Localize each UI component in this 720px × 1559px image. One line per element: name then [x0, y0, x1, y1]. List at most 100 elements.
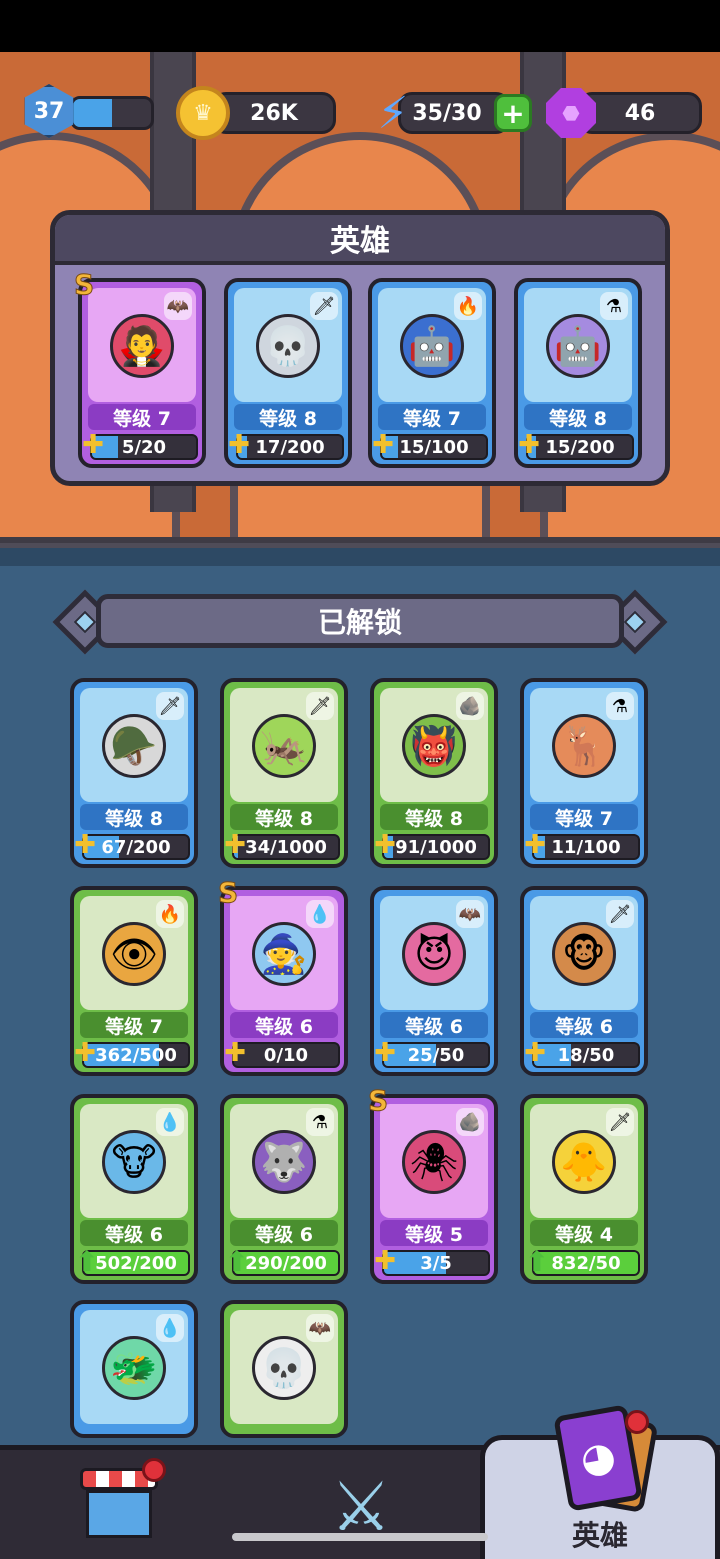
puzzle-piece-icon: ✚ [374, 830, 396, 860]
bat-element-icon: 🦇 [456, 900, 484, 928]
hero-card[interactable]: 🧙 💧 等级 6 0/10 ✚ [220, 886, 348, 1076]
bat-element-icon: 🦇 [164, 292, 192, 320]
shop-notification-dot [142, 1458, 166, 1482]
hero-level: 等级 8 [230, 804, 338, 830]
hero-card[interactable]: 👁 🔥 等级 7 362/500 ✚ [70, 886, 198, 1076]
hero-face-icon: 👁 [102, 922, 166, 986]
hero-level: 等级 8 [234, 404, 342, 430]
hero-card[interactable]: 🤖 🔥 等级 7 15/100 ✚ [368, 278, 496, 468]
hero-level: 等级 7 [530, 804, 638, 830]
hero-card[interactable]: 💀 🦇 [220, 1300, 348, 1438]
lightning-icon: ⚡ [377, 87, 409, 139]
hero-portrait: 💀 🦇 [230, 1310, 338, 1424]
hero-face-icon: 🤖 [546, 314, 610, 378]
hero-portrait: 🤖 ⚗ [524, 288, 632, 402]
puzzle-piece-icon: ✚ [372, 430, 394, 460]
add-energy-button[interactable]: + [494, 94, 532, 132]
gem-icon: ⬣ [546, 88, 596, 138]
puzzle-piece-icon: ✚ [524, 830, 546, 860]
hero-level: 等级 8 [524, 404, 632, 430]
hero-level: 等级 8 [80, 804, 188, 830]
battle-tab[interactable]: ⚔ [316, 1450, 406, 1559]
water-element-icon: 💧 [306, 900, 334, 928]
hero-face-icon: 🐵 [552, 922, 616, 986]
heroes-notification-dot [625, 1410, 649, 1434]
hero-level: 等级 6 [380, 1012, 488, 1038]
water-element-icon: 💧 [156, 1314, 184, 1342]
hero-level: 等级 6 [80, 1220, 188, 1246]
hero-card[interactable]: 😈 🦇 等级 6 25/50 ✚ [370, 886, 498, 1076]
hero-card[interactable]: 🧛 🦇 等级 7 5/20 ✚ [78, 278, 206, 468]
sword-element-icon: 🗡 [306, 692, 334, 720]
xp-bar [70, 96, 154, 130]
hero-face-icon: 💀 [256, 314, 320, 378]
hero-portrait: 🦗 🗡 [230, 688, 338, 802]
rock-element-icon: 🪨 [456, 692, 484, 720]
hero-portrait: 🧛 🦇 [88, 288, 196, 402]
crown-coin-icon: ♛ [176, 86, 230, 140]
puzzle-piece-icon: ✚ [74, 830, 96, 860]
hero-portrait: 🦌 ⚗ [530, 688, 638, 802]
hero-card[interactable]: 🕷 🪨 等级 5 3/5 ✚ [370, 1094, 498, 1284]
hero-face-icon: 🧛 [110, 314, 174, 378]
hero-card[interactable]: 👹 🪨 等级 8 91/1000 ✚ [370, 678, 498, 868]
home-indicator [232, 1533, 488, 1541]
puzzle-piece-icon: ✚ [74, 1038, 96, 1068]
hero-face-icon: 😈 [402, 922, 466, 986]
hero-face-icon: 🤖 [400, 314, 464, 378]
hero-card[interactable]: 🦗 🗡 等级 8 34/1000 ✚ [220, 678, 348, 868]
hero-card[interactable]: 🐥 🗡 等级 4 832/50 ⬆ [520, 1094, 648, 1284]
hero-level: 等级 6 [230, 1220, 338, 1246]
puzzle-piece-icon: ✚ [224, 830, 246, 860]
hero-portrait: 😈 🦇 [380, 896, 488, 1010]
game-screen: 37 26K ♛ 35/30 ⚡ + 46 ⬣ 英雄 🧛 🦇 等级 7 5/20 ✚ S 💀… [0, 0, 720, 1559]
puzzle-piece-icon: ✚ [374, 1038, 396, 1068]
hero-face-icon: 👹 [402, 714, 466, 778]
hero-card[interactable]: 🤖 ⚗ 等级 8 15/200 ✚ [514, 278, 642, 468]
hero-card[interactable]: 🐲 💧 [70, 1300, 198, 1438]
hero-portrait: 🪖 🗡 [80, 688, 188, 802]
hero-card[interactable]: 🐮 💧 等级 6 502/200 ⬆ [70, 1094, 198, 1284]
hero-portrait: 🐵 🗡 [530, 896, 638, 1010]
upgrade-arrow-icon: ⬆ [225, 1244, 249, 1278]
s-rank-badge: S [73, 268, 95, 302]
hero-face-icon: 🐺 [252, 1130, 316, 1194]
hero-level: 等级 7 [378, 404, 486, 430]
shop-tab[interactable] [80, 1450, 166, 1559]
hero-card[interactable]: 🐵 🗡 等级 6 18/50 ✚ [520, 886, 648, 1076]
water-element-icon: 💧 [156, 1108, 184, 1136]
hero-card[interactable]: 🐺 ⚗ 等级 6 290/200 ⬆ [220, 1094, 348, 1284]
sword-element-icon: 🗡 [310, 292, 338, 320]
rock-element-icon: 🪨 [456, 1108, 484, 1136]
puzzle-piece-icon: ✚ [224, 1038, 246, 1068]
hero-face-icon: 🪖 [102, 714, 166, 778]
hero-card[interactable]: 🦌 ⚗ 等级 7 11/100 ✚ [520, 678, 648, 868]
puzzle-piece-icon: ✚ [518, 430, 540, 460]
heroes-tab[interactable]: ◕ 英雄 [480, 1404, 720, 1559]
player-level: 37 [33, 98, 65, 124]
hero-face-icon: 🐥 [552, 1130, 616, 1194]
hero-level: 等级 4 [530, 1220, 638, 1246]
hero-face-icon: 🧙 [252, 922, 316, 986]
hero-level: 等级 8 [380, 804, 488, 830]
bat-element-icon: 🦇 [306, 1314, 334, 1342]
coins-counter[interactable]: 26K [212, 92, 336, 134]
hero-face-icon: 🐮 [102, 1130, 166, 1194]
gems-counter[interactable]: 46 [578, 92, 702, 134]
sword-element-icon: 🗡 [606, 900, 634, 928]
potion-element-icon: ⚗ [606, 692, 634, 720]
hero-portrait: 🧙 💧 [230, 896, 338, 1010]
unlocked-banner: 已解锁 [96, 594, 624, 648]
hero-portrait: 👁 🔥 [80, 896, 188, 1010]
hero-card[interactable]: 🪖 🗡 等级 8 67/200 ✚ [70, 678, 198, 868]
hero-level: 等级 6 [230, 1012, 338, 1038]
hero-card[interactable]: 💀 🗡 等级 8 17/200 ✚ [224, 278, 352, 468]
hero-face-icon: 🐲 [102, 1336, 166, 1400]
shop-icon [86, 1490, 152, 1538]
hero-portrait: 💀 🗡 [234, 288, 342, 402]
hero-portrait: 🐥 🗡 [530, 1104, 638, 1218]
puzzle-piece-icon: ✚ [524, 1038, 546, 1068]
coins-value: 26K [250, 100, 298, 126]
hero-portrait: 🤖 🔥 [378, 288, 486, 402]
energy-value: 35/30 [412, 100, 482, 126]
